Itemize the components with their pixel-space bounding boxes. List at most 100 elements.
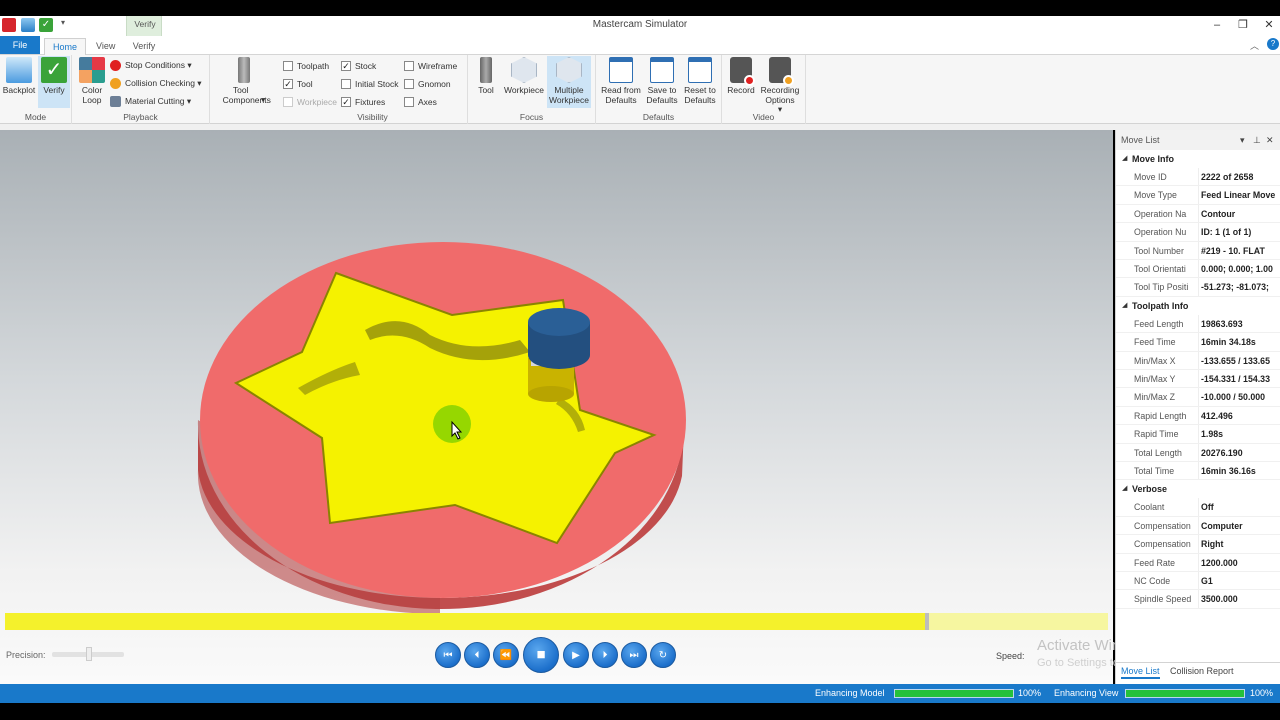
- verify-button[interactable]: ✓ Verify: [38, 56, 70, 108]
- gnomon-label: Gnomon: [418, 79, 451, 89]
- wireframe-checkbox[interactable]: Wireframe: [404, 59, 457, 73]
- property-row[interactable]: Rapid Length 412.496: [1116, 406, 1280, 426]
- section-header[interactable]: ◢ Verbose: [1116, 480, 1280, 499]
- stop-conditions-button[interactable]: Stop Conditions ▾: [110, 58, 192, 73]
- step-forward-button[interactable]: ⏵: [592, 642, 618, 668]
- timeline-progress: [5, 613, 928, 630]
- color-loop-button[interactable]: Color Loop: [76, 57, 108, 105]
- property-value: -10.000 / 50.000: [1198, 388, 1280, 406]
- focus-workpiece-button[interactable]: Workpiece: [502, 57, 546, 96]
- section-header[interactable]: ◢ Toolpath Info: [1116, 296, 1280, 315]
- property-row[interactable]: Feed Rate 1200.000: [1116, 553, 1280, 572]
- focus-multiple-workpiece-button[interactable]: Multiple Workpiece: [547, 56, 591, 108]
- property-key: Min/Max X: [1134, 355, 1176, 366]
- property-row[interactable]: NC Code G1: [1116, 572, 1280, 591]
- property-row[interactable]: Min/Max X -133.655 / 133.65: [1116, 351, 1280, 370]
- ribbon-tab-bar: File Home View Verify ︿ ?: [0, 36, 1280, 55]
- group-visibility: Toolpath ✓ Tool Workpiece ✓ Stock Initial …: [278, 55, 468, 124]
- property-row[interactable]: Min/Max Z -10.000 / 50.000: [1116, 388, 1280, 407]
- tool-checkbox[interactable]: ✓ Tool: [283, 77, 313, 91]
- property-value: Contour: [1198, 204, 1280, 223]
- enhancing-model-label: Enhancing Model: [815, 688, 885, 698]
- fixtures-checkbox[interactable]: ✓ Fixtures: [341, 95, 385, 109]
- property-row[interactable]: Coolant Off: [1116, 498, 1280, 517]
- top-black-strip: [0, 0, 1280, 16]
- checkbox-box: ✓: [341, 97, 351, 107]
- property-row[interactable]: Move Type Feed Linear Move: [1116, 186, 1280, 205]
- property-key: NC Code: [1134, 576, 1171, 586]
- minimize-icon[interactable]: –: [1206, 17, 1228, 33]
- loop-button[interactable]: ↻: [650, 642, 676, 668]
- property-value: Right: [1198, 535, 1280, 553]
- read-defaults-button[interactable]: Read from Defaults: [598, 57, 644, 105]
- property-row[interactable]: Tool Orientati 0.000; 0.000; 1.00: [1116, 260, 1280, 279]
- focus-tool-button[interactable]: Tool: [474, 57, 498, 96]
- initial-stock-checkbox[interactable]: Initial Stock: [341, 77, 398, 91]
- close-icon[interactable]: ✕: [1258, 17, 1280, 33]
- panel-close-icon[interactable]: ✕: [1266, 130, 1274, 150]
- rewind-button[interactable]: ⏪: [493, 642, 519, 668]
- property-row[interactable]: Tool Number #219 - 10. FLAT: [1116, 241, 1280, 260]
- property-row[interactable]: Compensation Right: [1116, 535, 1280, 554]
- stop-icon: [110, 60, 121, 71]
- stock-checkbox[interactable]: ✓ Stock: [341, 59, 376, 73]
- save-defaults-button[interactable]: Save to Defaults: [642, 57, 682, 105]
- material-cutting-button[interactable]: Material Cutting ▾: [110, 94, 191, 109]
- jump-to-start-button[interactable]: ⏮: [435, 642, 461, 668]
- collapse-triangle-icon[interactable]: ◢: [1122, 150, 1127, 168]
- tab-verify[interactable]: Verify: [126, 38, 162, 55]
- jump-to-end-button[interactable]: ⏭: [621, 642, 647, 668]
- backplot-button[interactable]: Backplot: [2, 57, 36, 96]
- property-row[interactable]: Feed Time 16min 34.18s: [1116, 333, 1280, 352]
- property-row[interactable]: Total Time 16min 36.16s: [1116, 462, 1280, 481]
- tab-file[interactable]: File: [0, 36, 40, 54]
- property-row[interactable]: Move ID 2222 of 2658: [1116, 168, 1280, 187]
- maximize-icon[interactable]: ❐: [1232, 17, 1254, 33]
- property-row[interactable]: Operation Nu ID: 1 (1 of 1): [1116, 223, 1280, 242]
- simulation-viewport[interactable]: [0, 130, 1113, 684]
- bottom-black-strip: [0, 703, 1280, 720]
- reset-defaults-button[interactable]: Reset to Defaults: [680, 57, 720, 105]
- pin-icon[interactable]: ⊥: [1253, 130, 1261, 150]
- property-row[interactable]: Feed Length 19863.693: [1116, 314, 1280, 334]
- axes-checkbox[interactable]: Axes: [404, 95, 437, 109]
- panel-dropdown-icon[interactable]: ▾: [1240, 130, 1245, 150]
- property-row[interactable]: Rapid Time 1.98s: [1116, 425, 1280, 444]
- property-key: Tool Orientati: [1134, 264, 1186, 274]
- property-row[interactable]: Operation Na Contour: [1116, 204, 1280, 224]
- property-row[interactable]: Compensation Computer: [1116, 516, 1280, 536]
- gear-icon: [783, 75, 794, 86]
- collision-checking-button[interactable]: Collision Checking ▾: [110, 76, 202, 91]
- section-header[interactable]: ◢ Move Info: [1116, 150, 1280, 168]
- property-row[interactable]: Spindle Speed 3500.000: [1116, 590, 1280, 609]
- record-button[interactable]: Record: [726, 57, 756, 96]
- tab-view[interactable]: View: [88, 38, 123, 55]
- tool-components-button[interactable]: Tool Components ▾: [214, 57, 274, 105]
- tab-collision-report[interactable]: Collision Report: [1170, 666, 1234, 676]
- step-back-button[interactable]: ⏴: [464, 642, 490, 668]
- property-value: -154.331 / 154.33: [1198, 370, 1280, 388]
- property-row[interactable]: Total Length 20276.190: [1116, 443, 1280, 462]
- collapse-triangle-icon[interactable]: ◢: [1122, 297, 1127, 315]
- window-title: Mastercam Simulator: [592, 19, 688, 30]
- workpiece-checkbox[interactable]: Workpiece: [283, 95, 337, 109]
- play-button[interactable]: ▶: [563, 642, 589, 668]
- help-icon[interactable]: ?: [1267, 38, 1279, 50]
- toolpath-checkbox[interactable]: Toolpath: [283, 59, 329, 73]
- checkbox-box: ✓: [283, 79, 293, 89]
- timeline-thumb[interactable]: [925, 613, 930, 630]
- tab-home[interactable]: Home: [44, 38, 87, 55]
- collapse-triangle-icon[interactable]: ◢: [1122, 480, 1127, 498]
- precision-slider-thumb[interactable]: [86, 647, 92, 661]
- recording-options-button[interactable]: Recording Options ▾: [758, 57, 802, 115]
- ribbon-collapse-icon[interactable]: ︿: [1250, 39, 1259, 52]
- playback-timeline[interactable]: [5, 613, 1108, 630]
- property-row[interactable]: Tool Tip Positi -51.273; -81.073;: [1116, 278, 1280, 297]
- enhancing-model-fill: [895, 690, 1013, 697]
- gnomon-checkbox[interactable]: Gnomon: [404, 77, 451, 91]
- property-row[interactable]: Min/Max Y -154.331 / 154.33: [1116, 370, 1280, 389]
- tab-move-list[interactable]: Move List: [1121, 666, 1160, 679]
- panel-header: Move List ▾ ⊥ ✕: [1116, 130, 1280, 150]
- stop-button[interactable]: ■: [523, 637, 559, 673]
- reset-defaults-label: Reset to Defaults: [684, 85, 716, 105]
